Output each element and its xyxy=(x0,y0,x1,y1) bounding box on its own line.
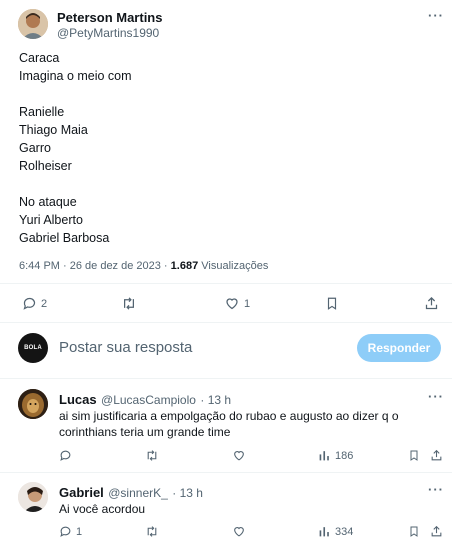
author-handle[interactable]: @PetyMartins1990 xyxy=(57,26,159,40)
reply-author-handle[interactable]: @sinnerK_ xyxy=(108,486,168,500)
heart-icon xyxy=(234,451,244,461)
user-avatar[interactable]: BOLA xyxy=(18,333,48,363)
share-button[interactable] xyxy=(424,296,439,311)
author-avatar[interactable] xyxy=(18,9,48,39)
like-button[interactable] xyxy=(232,449,246,462)
tweet-line: Ranielle xyxy=(19,105,65,119)
like-button[interactable]: 1 xyxy=(224,296,250,311)
tweet-line: No ataque xyxy=(19,195,77,209)
share-button[interactable] xyxy=(430,525,443,538)
retweet-icon xyxy=(124,297,134,310)
reply-author-name[interactable]: Gabriel xyxy=(59,485,104,500)
tweet-line: Imagina o meio com xyxy=(19,69,132,83)
reply-line: Ai você acordou xyxy=(59,502,146,516)
more-options-icon[interactable]: ··· xyxy=(428,389,444,404)
reply-avatar-lucas[interactable] xyxy=(18,389,48,419)
tweet-line: Thiago Maia xyxy=(19,123,88,137)
user-avatar-label: BOLA xyxy=(24,345,42,351)
views-button[interactable]: 186 xyxy=(318,449,353,462)
tweet-line: Rolheiser xyxy=(19,159,72,173)
reply-author-handle[interactable]: @LucasCampiolo xyxy=(101,393,196,407)
bookmark-icon xyxy=(327,297,337,310)
divider xyxy=(0,283,452,284)
tweet-line: Garro xyxy=(19,141,51,155)
reply-icon xyxy=(23,297,36,310)
timestamp[interactable]: 6:44 PM · 26 de dez de 2023 · xyxy=(19,260,168,272)
retweet-button[interactable] xyxy=(145,525,159,538)
reply-text: ai sim justificaria a empolgação do ruba… xyxy=(59,408,429,440)
tweet-text: Caraca Imagina o meio com Ranielle Thiag… xyxy=(19,49,419,247)
reply-count: 1 xyxy=(76,525,83,538)
tweet-line xyxy=(19,175,419,193)
views-count: 186 xyxy=(335,449,354,462)
retweet-icon xyxy=(147,450,157,461)
views-button[interactable]: 334 xyxy=(318,525,353,538)
reply-icon xyxy=(60,450,71,461)
analytics-icon xyxy=(319,527,329,537)
reply-input[interactable]: Postar sua resposta xyxy=(59,339,192,356)
reply-time[interactable]: · 13 h xyxy=(200,393,231,407)
share-icon xyxy=(425,296,438,310)
retweet-button[interactable] xyxy=(145,449,159,462)
retweet-icon xyxy=(147,526,157,537)
views-count: 1.687 xyxy=(170,260,199,272)
share-icon xyxy=(431,525,442,537)
share-icon xyxy=(431,449,442,461)
reply-text: Ai você acordou xyxy=(59,501,429,517)
divider xyxy=(0,472,452,473)
divider xyxy=(0,378,452,379)
heart-icon xyxy=(226,298,238,310)
tweet-line: Caraca xyxy=(19,51,60,65)
reply-line: ai sim justificaria a empolgação do ruba… xyxy=(59,409,399,423)
bookmark-button[interactable] xyxy=(325,296,339,311)
reply-count: 2 xyxy=(41,297,48,310)
reply-time[interactable]: · 13 h xyxy=(172,486,203,500)
reply-button[interactable]: 2 xyxy=(22,296,47,311)
reply-icon xyxy=(60,526,71,537)
reply-header: Gabriel @sinnerK_ · 13 h xyxy=(59,484,203,502)
divider xyxy=(0,322,452,323)
tweet-line: Yuri Alberto xyxy=(19,213,83,227)
like-button[interactable] xyxy=(232,525,246,538)
more-options-icon[interactable]: ··· xyxy=(428,482,444,497)
tweet-line: Gabriel Barbosa xyxy=(19,231,110,245)
reply-button[interactable]: 1 xyxy=(59,525,82,538)
bookmark-icon xyxy=(410,526,418,537)
views-label: Visualizações xyxy=(201,260,269,272)
more-options-icon[interactable]: ··· xyxy=(428,8,444,23)
reply-author-name[interactable]: Lucas xyxy=(59,392,97,407)
reply-submit-button[interactable]: Responder xyxy=(357,334,441,362)
share-button[interactable] xyxy=(430,449,443,462)
bookmark-icon xyxy=(410,450,418,461)
reply-button[interactable] xyxy=(59,449,76,462)
reply-avatar-gabriel[interactable] xyxy=(18,482,48,512)
heart-icon xyxy=(234,527,244,537)
reply-line: corinthians teria um grande time xyxy=(59,425,231,439)
bookmark-button[interactable] xyxy=(408,525,420,538)
analytics-icon xyxy=(319,451,329,461)
tweet-meta: 6:44 PM · 26 de dez de 2023 · 1.687 Visu… xyxy=(19,260,268,272)
author-name[interactable]: Peterson Martins xyxy=(57,10,162,25)
retweet-button[interactable] xyxy=(121,296,141,311)
tweet-line xyxy=(19,85,419,103)
views-count: 334 xyxy=(335,525,354,538)
like-count: 1 xyxy=(244,297,251,310)
reply-header: Lucas @LucasCampiolo · 13 h xyxy=(59,391,231,409)
bookmark-button[interactable] xyxy=(408,449,420,462)
